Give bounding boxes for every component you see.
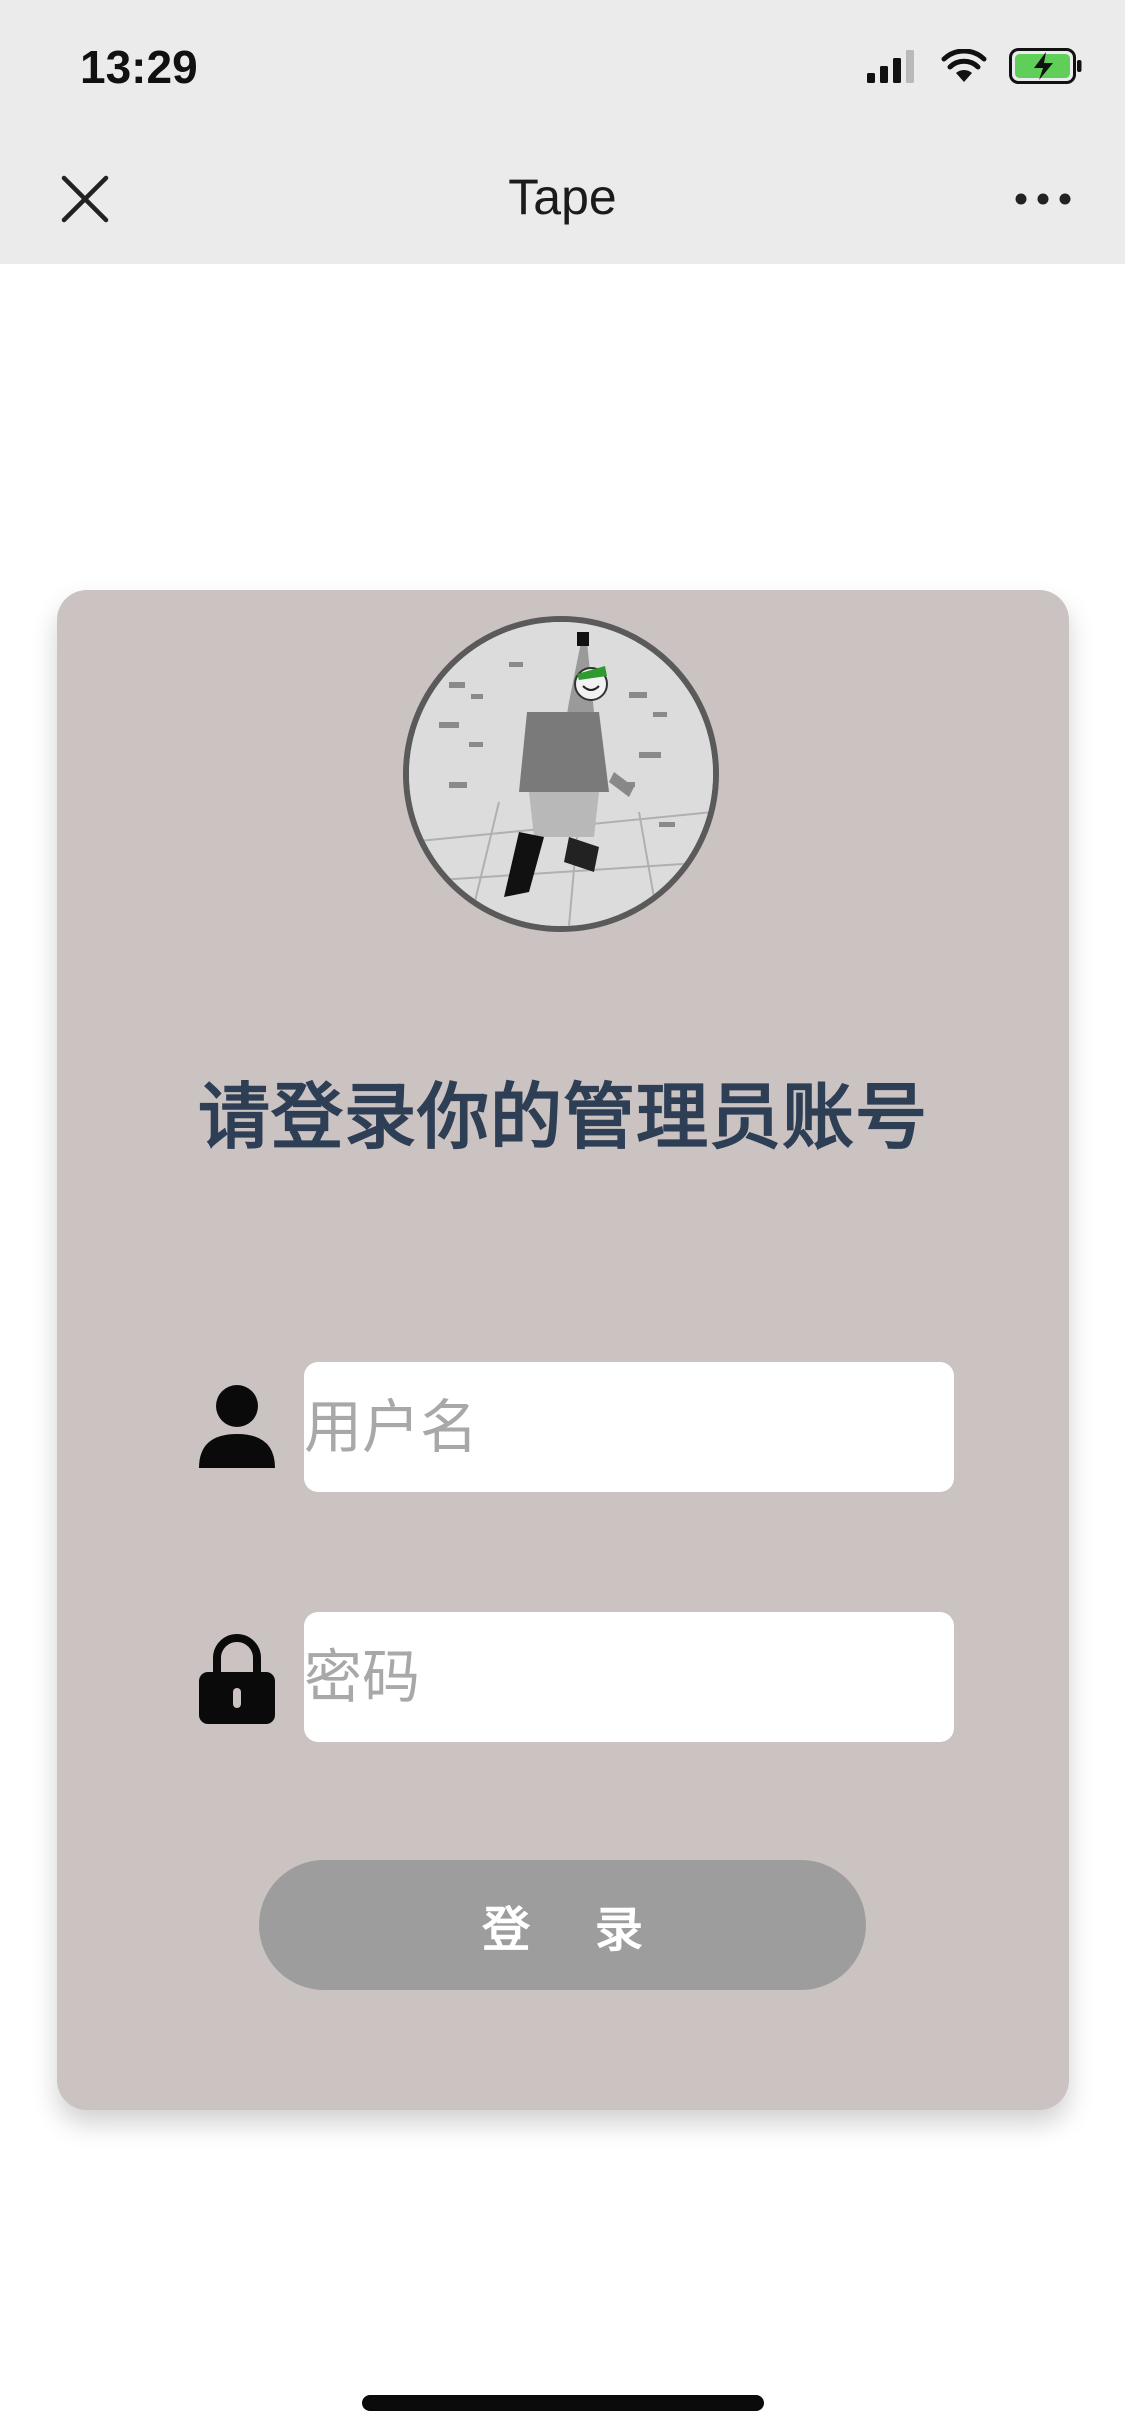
username-row [57,1362,1069,1492]
battery-charging-icon [1009,48,1083,88]
home-indicator [362,2395,764,2411]
lock-icon [197,1632,277,1724]
username-input[interactable] [304,1362,954,1492]
login-heading: 请登录你的管理员账号 [197,1075,928,1159]
status-bar: 13:29 [0,0,1125,132]
user-icon [197,1382,277,1472]
cellular-signal-icon [867,49,919,87]
status-time: 13:29 [80,41,198,93]
more-button[interactable] [1013,184,1073,214]
avatar-illustration [409,622,713,926]
status-icons [867,48,1083,88]
page-title: Tape [508,169,617,225]
avatar [403,616,719,932]
wifi-icon [941,48,987,87]
more-icon [1015,193,1071,205]
password-input[interactable] [304,1612,954,1742]
login-button[interactable]: 登 录 [259,1860,866,1990]
login-card: 请登录你的管理员账号 登 录 [57,590,1069,2110]
password-row [57,1612,1069,1742]
nav-bar: Tape [0,132,1125,264]
